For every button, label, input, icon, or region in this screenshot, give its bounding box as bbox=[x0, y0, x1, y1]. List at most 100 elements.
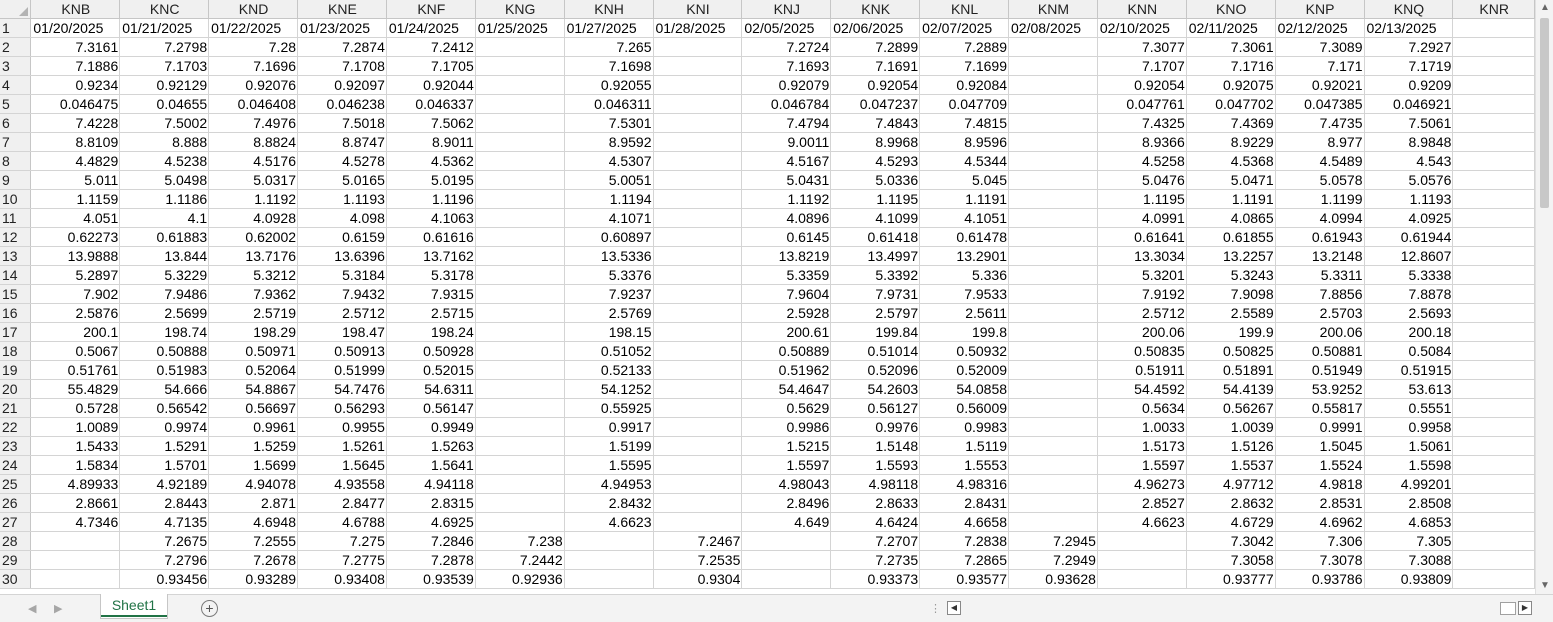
cell[interactable]: 7.265 bbox=[564, 37, 654, 57]
cell[interactable]: 0.92054 bbox=[830, 75, 921, 95]
cell[interactable]: 0.9209 bbox=[1364, 75, 1454, 95]
cell[interactable]: 1.5595 bbox=[564, 455, 654, 475]
cell[interactable]: 7.1696 bbox=[208, 56, 299, 76]
cell[interactable]: 0.50971 bbox=[208, 341, 299, 361]
cell[interactable] bbox=[653, 208, 743, 228]
row-header[interactable]: 1 bbox=[0, 18, 32, 38]
cell[interactable]: 0.61418 bbox=[830, 227, 921, 247]
cell[interactable]: 7.238 bbox=[475, 531, 565, 551]
cell[interactable]: 1.0033 bbox=[1097, 417, 1187, 437]
cell[interactable]: 1.5148 bbox=[830, 436, 921, 456]
cell[interactable]: 1.1193 bbox=[1364, 189, 1454, 209]
cell[interactable] bbox=[653, 379, 743, 399]
column-header-knq[interactable]: KNQ bbox=[1364, 0, 1454, 19]
cell[interactable] bbox=[475, 37, 565, 57]
cell[interactable]: 0.51891 bbox=[1186, 360, 1276, 380]
add-sheet-plus-icon[interactable]: + bbox=[201, 600, 218, 617]
cell[interactable]: 7.1699 bbox=[919, 56, 1010, 76]
column-header-kng[interactable]: KNG bbox=[475, 0, 565, 19]
row-header[interactable]: 28 bbox=[0, 531, 32, 551]
cell[interactable]: 4.649 bbox=[741, 512, 832, 532]
cell[interactable] bbox=[1008, 132, 1098, 152]
cell[interactable]: 1.5173 bbox=[1097, 436, 1187, 456]
cell[interactable]: 0.51761 bbox=[30, 360, 121, 380]
cell[interactable] bbox=[475, 493, 565, 513]
cell[interactable]: 0.93289 bbox=[208, 569, 299, 589]
cell[interactable] bbox=[653, 341, 743, 361]
cell[interactable]: 7.1698 bbox=[564, 56, 654, 76]
cell[interactable]: 0.046475 bbox=[30, 94, 121, 114]
cell[interactable] bbox=[1452, 189, 1535, 209]
row-header[interactable]: 19 bbox=[0, 360, 32, 380]
cell[interactable]: 4.94078 bbox=[208, 474, 299, 494]
next-sheet-arrow-icon[interactable]: ▶ bbox=[54, 602, 62, 615]
cell[interactable]: 2.8315 bbox=[386, 493, 476, 513]
cell[interactable]: 4.1051 bbox=[919, 208, 1010, 228]
cell[interactable]: 1.5641 bbox=[386, 455, 476, 475]
cell[interactable]: 0.9974 bbox=[119, 417, 210, 437]
cell[interactable]: 7.2949 bbox=[1008, 550, 1098, 570]
cell[interactable] bbox=[475, 398, 565, 418]
row-header[interactable]: 22 bbox=[0, 417, 32, 437]
column-header-kno[interactable]: KNO bbox=[1186, 0, 1276, 19]
cell[interactable]: 0.61944 bbox=[1364, 227, 1454, 247]
cell[interactable] bbox=[653, 132, 743, 152]
cell[interactable]: 4.6729 bbox=[1186, 512, 1276, 532]
cell[interactable] bbox=[475, 265, 565, 285]
cell[interactable]: 4.051 bbox=[30, 208, 121, 228]
cell[interactable]: 0.9976 bbox=[830, 417, 921, 437]
cell[interactable] bbox=[1097, 531, 1187, 551]
column-header-knj[interactable]: KNJ bbox=[741, 0, 832, 19]
cell[interactable]: 0.62002 bbox=[208, 227, 299, 247]
cell[interactable]: 1.5645 bbox=[297, 455, 387, 475]
cell[interactable]: 0.93628 bbox=[1008, 569, 1098, 589]
cell[interactable]: 0.51911 bbox=[1097, 360, 1187, 380]
cell[interactable]: 5.3212 bbox=[208, 265, 299, 285]
cell[interactable] bbox=[1008, 436, 1098, 456]
cell[interactable] bbox=[653, 94, 743, 114]
cell[interactable]: 0.50889 bbox=[741, 341, 832, 361]
column-header-knl[interactable]: KNL bbox=[919, 0, 1010, 19]
cell[interactable]: 4.5344 bbox=[919, 151, 1010, 171]
cell[interactable]: 1.0039 bbox=[1186, 417, 1276, 437]
cell[interactable]: 53.613 bbox=[1364, 379, 1454, 399]
cell[interactable]: 7.4369 bbox=[1186, 113, 1276, 133]
cell[interactable]: 0.51915 bbox=[1364, 360, 1454, 380]
cell[interactable] bbox=[1008, 189, 1098, 209]
column-header-knm[interactable]: KNM bbox=[1008, 0, 1098, 19]
cell[interactable]: 0.51052 bbox=[564, 341, 654, 361]
cell[interactable]: 7.9731 bbox=[830, 284, 921, 304]
cell[interactable]: 0.9917 bbox=[564, 417, 654, 437]
cell[interactable]: 02/08/2025 bbox=[1008, 18, 1098, 38]
cell[interactable]: 0.92055 bbox=[564, 75, 654, 95]
cell[interactable]: 7.3058 bbox=[1186, 550, 1276, 570]
row-header[interactable]: 11 bbox=[0, 208, 32, 228]
cell[interactable]: 7.306 bbox=[1275, 531, 1365, 551]
cell[interactable] bbox=[475, 75, 565, 95]
cell[interactable] bbox=[653, 512, 743, 532]
cell[interactable] bbox=[475, 303, 565, 323]
cell[interactable] bbox=[741, 550, 832, 570]
cell[interactable]: 198.74 bbox=[119, 322, 210, 342]
cell[interactable]: 7.2724 bbox=[741, 37, 832, 57]
cell[interactable]: 1.5061 bbox=[1364, 436, 1454, 456]
cell[interactable] bbox=[475, 474, 565, 494]
cell[interactable]: 7.4976 bbox=[208, 113, 299, 133]
row-header[interactable]: 17 bbox=[0, 322, 32, 342]
cell[interactable]: 7.1707 bbox=[1097, 56, 1187, 76]
cell[interactable] bbox=[1008, 417, 1098, 437]
cell[interactable]: 7.5062 bbox=[386, 113, 476, 133]
cell[interactable]: 200.06 bbox=[1275, 322, 1365, 342]
cell[interactable]: 7.2735 bbox=[830, 550, 921, 570]
cell[interactable]: 5.0471 bbox=[1186, 170, 1276, 190]
cell[interactable] bbox=[475, 360, 565, 380]
scroll-right-arrow-icon[interactable]: ▶ bbox=[1518, 601, 1532, 615]
cell[interactable]: 7.2707 bbox=[830, 531, 921, 551]
cell[interactable]: 0.5728 bbox=[30, 398, 121, 418]
cell[interactable]: 54.4139 bbox=[1186, 379, 1276, 399]
column-header-knn[interactable]: KNN bbox=[1097, 0, 1187, 19]
cell[interactable]: 12.8607 bbox=[1364, 246, 1454, 266]
column-header-kni[interactable]: KNI bbox=[653, 0, 743, 19]
cell[interactable]: 1.1199 bbox=[1275, 189, 1365, 209]
cell[interactable]: 54.7476 bbox=[297, 379, 387, 399]
